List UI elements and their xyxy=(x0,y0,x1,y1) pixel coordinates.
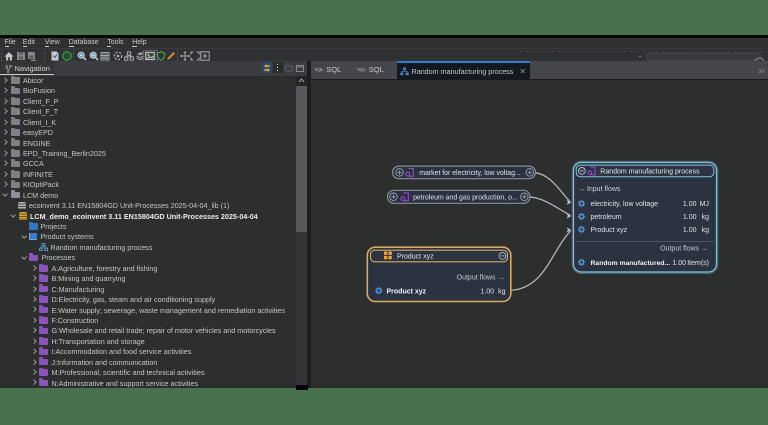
svg-text:MJ: MJ xyxy=(700,201,709,208)
svg-text:petroleum: petroleum xyxy=(591,214,622,221)
svg-text:Product xyz: Product xyz xyxy=(397,254,434,261)
svg-text:1.00: 1.00 xyxy=(683,227,697,234)
svg-text:Random manufacturing process: Random manufacturing process xyxy=(600,169,700,176)
svg-text:kg: kg xyxy=(702,214,710,221)
svg-text:Product xyz: Product xyz xyxy=(591,227,628,234)
svg-text:1.00: 1.00 xyxy=(672,260,686,267)
svg-text:1.00: 1.00 xyxy=(480,288,494,295)
svg-text:Output flows →: Output flows → xyxy=(457,275,505,282)
svg-text:Item(s): Item(s) xyxy=(687,260,709,267)
svg-text:kg: kg xyxy=(498,288,506,295)
svg-text:Random manufactured...: Random manufactured... xyxy=(591,260,671,267)
svg-text:Product xyz: Product xyz xyxy=(387,288,427,295)
svg-text:1.00: 1.00 xyxy=(683,214,697,221)
svg-text:petroleum and gas production,: petroleum and gas production, o... xyxy=(413,194,518,201)
svg-text:kg: kg xyxy=(702,227,710,234)
svg-text:market for electricity, low vo: market for electricity, low voltag... xyxy=(419,170,520,177)
svg-text:→ Input flows: → Input flows xyxy=(578,186,621,193)
svg-text:electricity, low voltage: electricity, low voltage xyxy=(591,201,659,208)
svg-text:Output flows →: Output flows → xyxy=(660,246,708,253)
svg-text:1.00: 1.00 xyxy=(683,201,697,208)
